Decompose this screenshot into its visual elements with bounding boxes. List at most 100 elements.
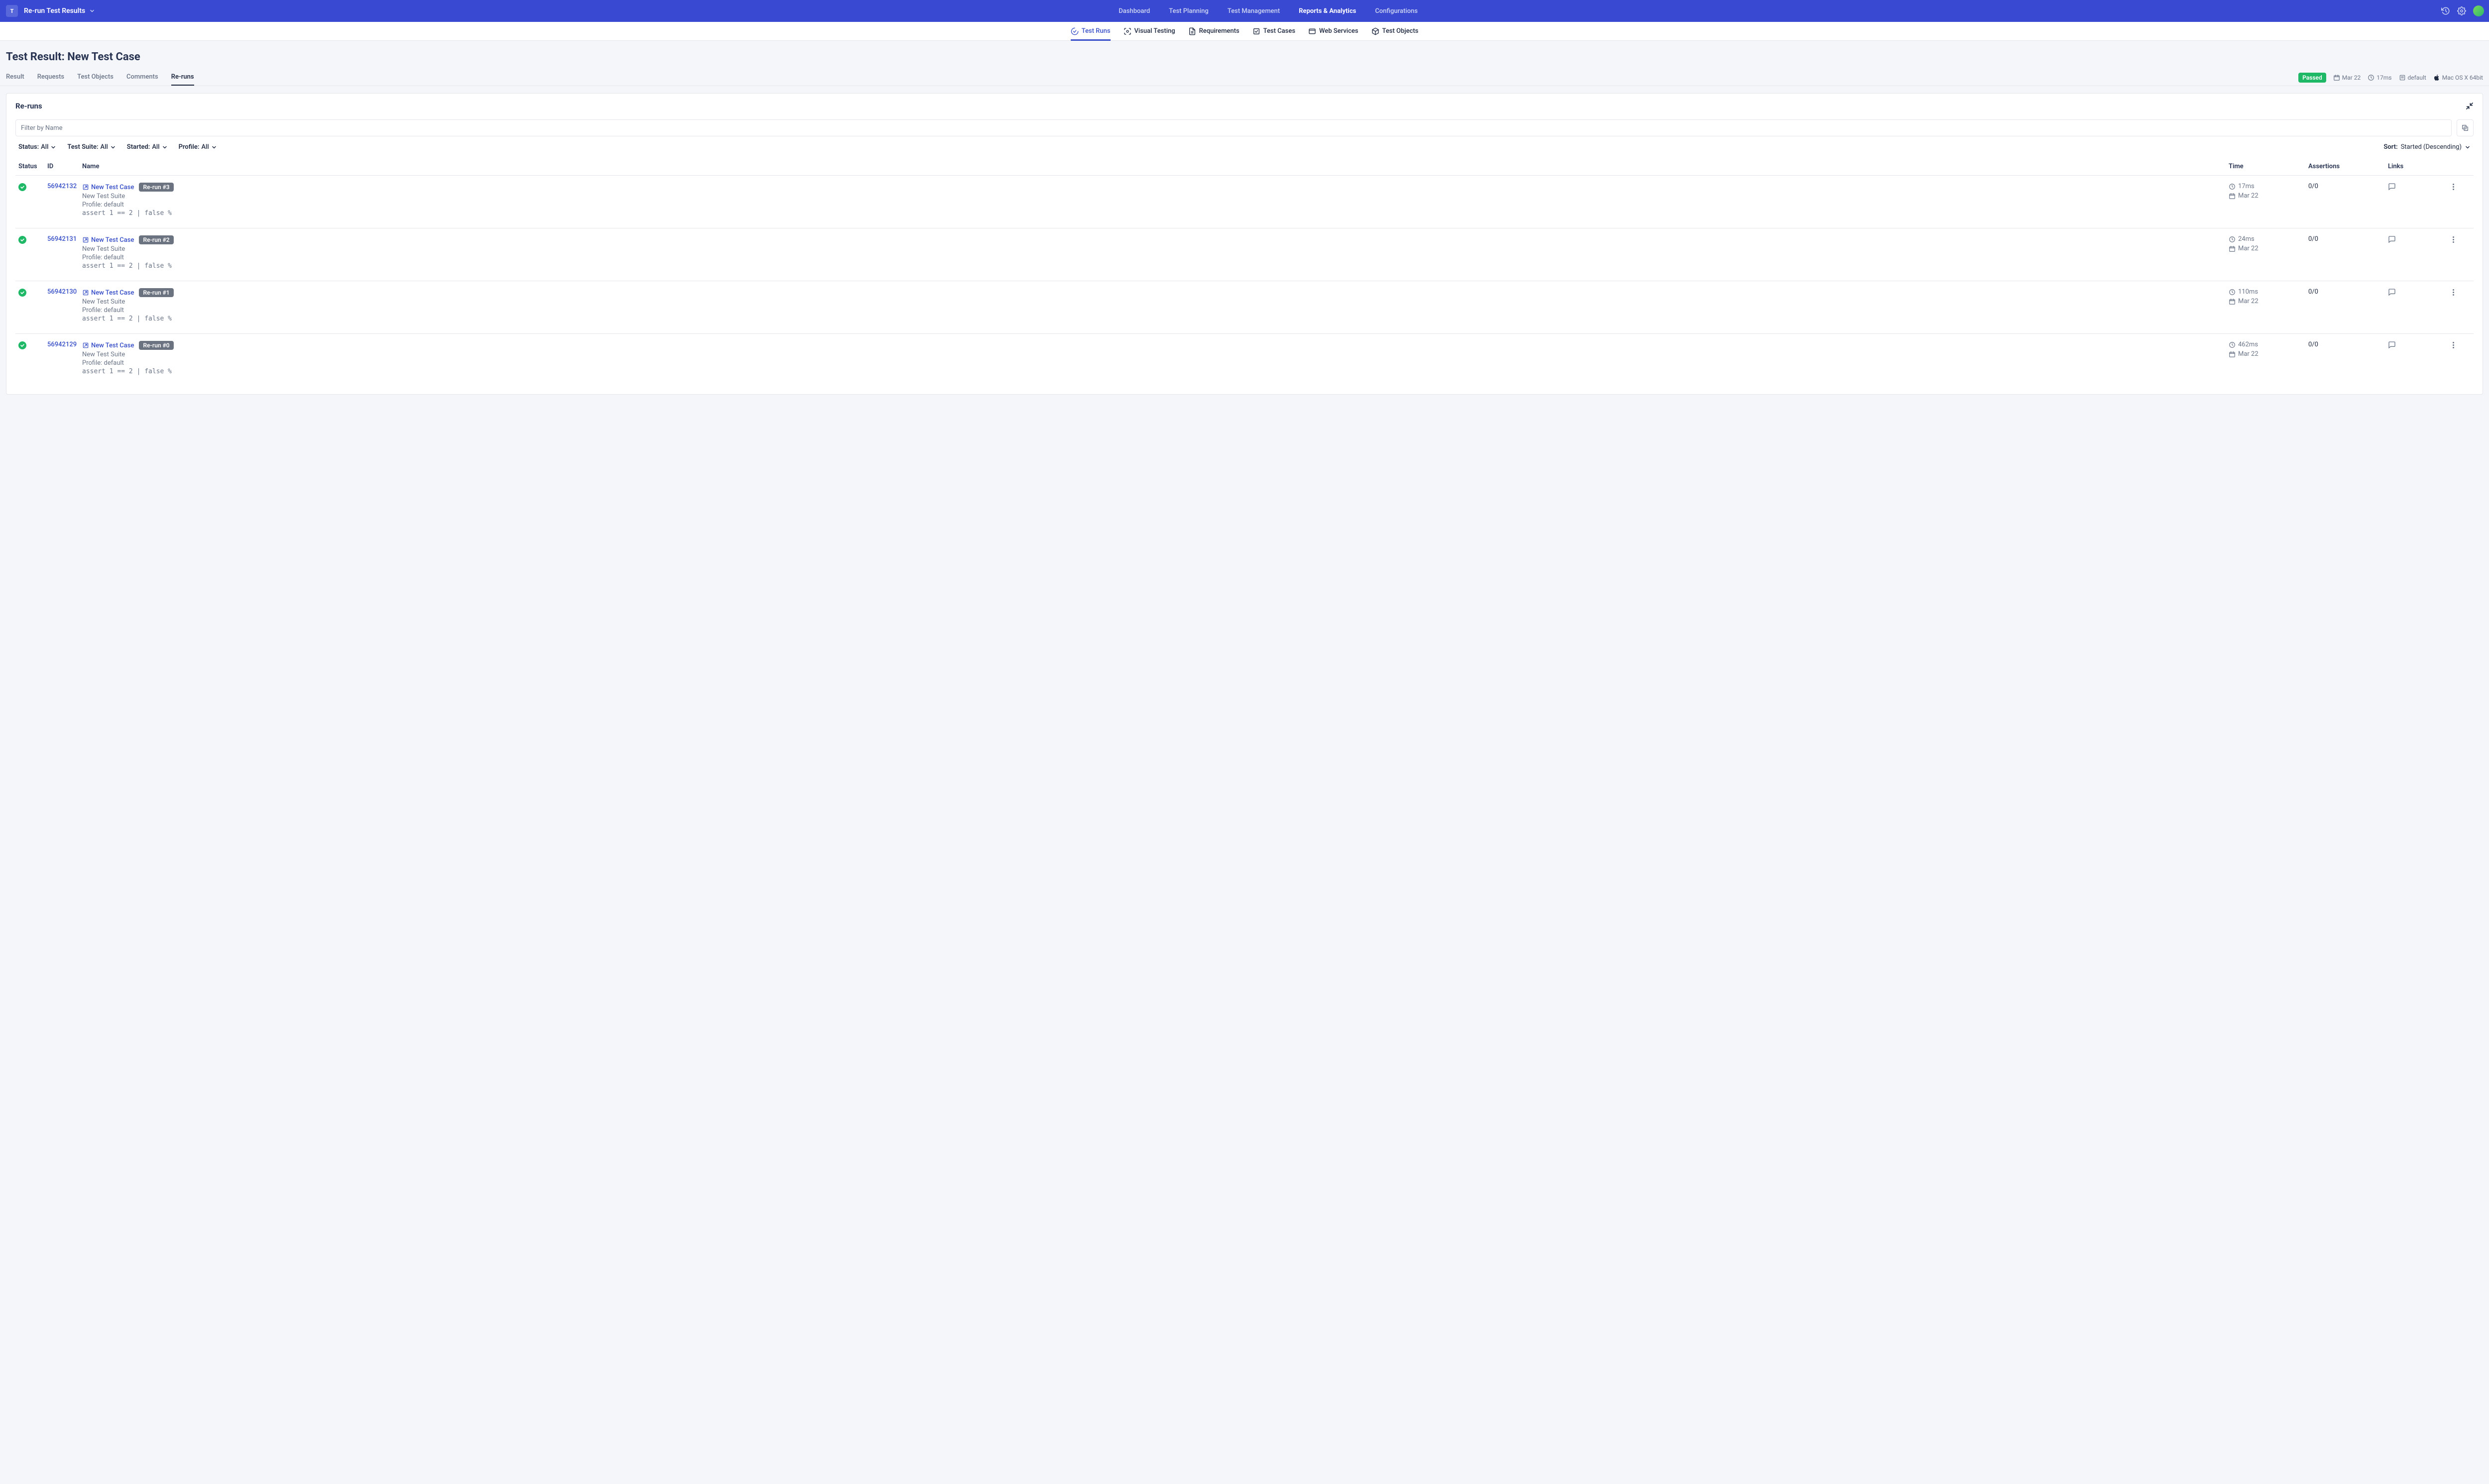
- id-link[interactable]: 56942131: [47, 235, 82, 243]
- name-link[interactable]: New Test Case: [82, 236, 134, 244]
- cell-id: 56942129: [47, 341, 82, 348]
- rerun-badge: Re-run #3: [139, 183, 173, 192]
- tab-requests[interactable]: Requests: [37, 69, 64, 86]
- external-link-icon: [82, 342, 89, 349]
- more-icon[interactable]: [2449, 183, 2457, 191]
- status-passed-icon: [18, 236, 26, 244]
- chevron-down-icon: [50, 144, 56, 150]
- project-title: Re-run Test Results: [24, 7, 85, 15]
- subnav-test-runs[interactable]: Test Runs: [1071, 22, 1111, 41]
- more-icon[interactable]: [2449, 341, 2457, 349]
- cell-assertions: 0/0: [2308, 183, 2388, 190]
- nav-test-management[interactable]: Test Management: [1228, 7, 1280, 15]
- cell-time: 24ms Mar 22: [2229, 235, 2308, 252]
- tab-test-objects[interactable]: Test Objects: [77, 69, 113, 86]
- rerun-badge: Re-run #1: [139, 288, 173, 297]
- subnav-test-cases[interactable]: Test Cases: [1252, 22, 1295, 41]
- cell-status: [18, 183, 47, 191]
- filter-test-suite[interactable]: Test Suite: All: [67, 143, 115, 151]
- profile-icon: [2399, 74, 2406, 81]
- subnav-visual-testing[interactable]: Visual Testing: [1124, 22, 1175, 41]
- page-title: Test Result: New Test Case: [0, 41, 2489, 69]
- clock-icon: [2229, 289, 2236, 296]
- cell-status: [18, 341, 47, 349]
- chevron-down-icon: [89, 8, 95, 14]
- cell-actions: [2436, 341, 2471, 349]
- filter-started[interactable]: Started: All: [127, 143, 168, 151]
- assert-line: assert 1 == 2 | false %: [82, 262, 2229, 270]
- clock-icon: [2229, 341, 2236, 348]
- app-logo[interactable]: T: [6, 5, 18, 17]
- more-icon[interactable]: [2449, 235, 2457, 243]
- reruns-card: Re-runs Filter by Name Status: All Test …: [6, 93, 2483, 395]
- cell-actions: [2436, 288, 2471, 296]
- cube-icon: [1371, 27, 1379, 35]
- collapse-icon[interactable]: [2466, 102, 2474, 110]
- filter-status[interactable]: Status: All: [18, 143, 56, 151]
- profile-label: Profile: default: [82, 201, 2229, 209]
- id-link[interactable]: 56942129: [47, 341, 82, 348]
- subnav-label: Requirements: [1199, 27, 1240, 35]
- cell-status: [18, 235, 47, 244]
- name-link[interactable]: New Test Case: [82, 184, 134, 191]
- cell-name: New Test Case Re-run #1 New Test Suite P…: [82, 288, 2229, 322]
- cell-name: New Test Case Re-run #2 New Test Suite P…: [82, 235, 2229, 270]
- cell-id: 56942130: [47, 288, 82, 296]
- th-name: Name: [82, 163, 2229, 170]
- card-title: Re-runs: [15, 102, 42, 110]
- check-target-icon: [1071, 27, 1079, 35]
- clock-icon: [2368, 74, 2375, 81]
- cell-links: [2388, 235, 2436, 243]
- comment-icon[interactable]: [2388, 183, 2396, 191]
- history-icon[interactable]: [2441, 6, 2450, 15]
- table-row: 56942131 New Test Case Re-run #2 New Tes…: [15, 228, 2474, 281]
- comment-icon[interactable]: [2388, 341, 2396, 349]
- gear-icon[interactable]: [2457, 6, 2466, 15]
- more-icon[interactable]: [2449, 288, 2457, 296]
- filter-profile[interactable]: Profile: All: [179, 143, 217, 151]
- subnav-label: Visual Testing: [1134, 27, 1175, 35]
- assert-line: assert 1 == 2 | false %: [82, 210, 2229, 217]
- comment-icon[interactable]: [2388, 235, 2396, 243]
- rerun-badge: Re-run #0: [139, 341, 173, 350]
- tab-result[interactable]: Result: [6, 69, 24, 86]
- cell-name: New Test Case Re-run #3 New Test Suite P…: [82, 183, 2229, 217]
- meta-os: Mac OS X 64bit: [2433, 74, 2483, 81]
- id-link[interactable]: 56942130: [47, 288, 82, 296]
- suite-name: New Test Suite: [82, 298, 2229, 306]
- calendar-icon: [2229, 351, 2236, 358]
- table-header: Status ID Name Time Assertions Links: [15, 158, 2474, 176]
- subnav-label: Web Services: [1319, 27, 1358, 35]
- katalon-icon[interactable]: [2473, 5, 2484, 16]
- subnav-web-services[interactable]: Web Services: [1308, 22, 1358, 41]
- cell-actions: [2436, 235, 2471, 243]
- name-link[interactable]: New Test Case: [82, 289, 134, 297]
- assert-line: assert 1 == 2 | false %: [82, 368, 2229, 375]
- meta-row: Passed Mar 22 17ms default Mac OS X 64bi…: [2298, 73, 2483, 83]
- rerun-badge: Re-run #2: [139, 235, 173, 244]
- project-selector[interactable]: Re-run Test Results: [24, 7, 95, 15]
- tab-reruns[interactable]: Re-runs: [171, 69, 194, 86]
- tab-comments[interactable]: Comments: [126, 69, 158, 86]
- nav-dashboard[interactable]: Dashboard: [1119, 7, 1150, 15]
- nav-test-planning[interactable]: Test Planning: [1169, 7, 1209, 15]
- external-link-icon: [82, 289, 89, 296]
- nav-reports[interactable]: Reports & Analytics: [1299, 7, 1356, 15]
- filter-input[interactable]: Filter by Name: [15, 119, 2452, 136]
- chevron-down-icon: [2465, 144, 2471, 150]
- comment-icon[interactable]: [2388, 288, 2396, 296]
- sub-nav: Test Runs Visual Testing Requirements Te…: [0, 22, 2489, 41]
- sort-control[interactable]: Sort: Started (Descending): [2383, 143, 2471, 151]
- th-time: Time: [2229, 163, 2308, 170]
- cell-id: 56942131: [47, 235, 82, 243]
- copy-button[interactable]: [2457, 119, 2474, 136]
- name-link[interactable]: New Test Case: [82, 342, 134, 349]
- nav-configurations[interactable]: Configurations: [1375, 7, 1418, 15]
- subnav-test-objects[interactable]: Test Objects: [1371, 22, 1419, 41]
- id-link[interactable]: 56942132: [47, 183, 82, 190]
- cell-assertions: 0/0: [2308, 288, 2388, 296]
- subnav-requirements[interactable]: Requirements: [1188, 22, 1240, 41]
- top-right-actions: [2441, 5, 2484, 16]
- cell-actions: [2436, 183, 2471, 191]
- cell-status: [18, 288, 47, 297]
